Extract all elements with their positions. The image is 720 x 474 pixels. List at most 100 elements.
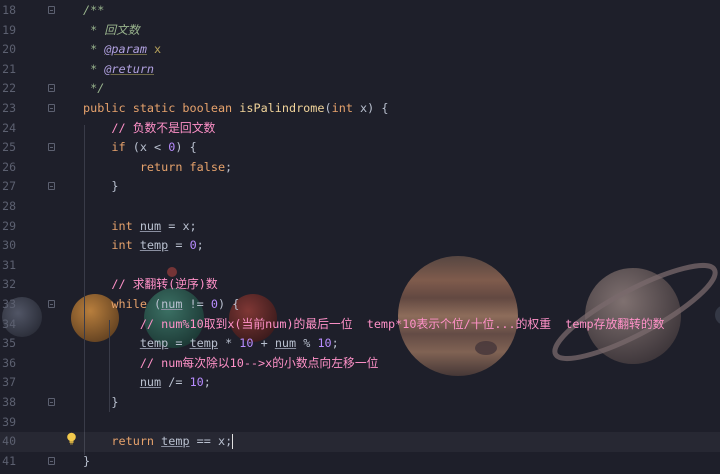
fold-marker-icon[interactable] (48, 6, 55, 14)
code-line[interactable]: 26 return false; (0, 158, 720, 178)
fold-marker-icon[interactable] (48, 84, 55, 93)
code-line[interactable]: 20 * @param x (0, 40, 720, 60)
code-token: int (83, 238, 140, 253)
fold-marker-icon[interactable] (48, 456, 55, 465)
line-number[interactable]: 32 (0, 275, 16, 295)
line-number[interactable]: 35 (0, 334, 16, 354)
code-line[interactable]: 30 int temp = 0; (0, 236, 720, 256)
line-number[interactable]: 25 (0, 138, 16, 158)
code-token: int (83, 218, 140, 233)
line-number[interactable]: 19 (0, 21, 16, 41)
line-number[interactable]: 27 (0, 177, 16, 197)
code-token: // 负数不是回文数 (83, 120, 216, 135)
code-token: } (83, 453, 91, 468)
code-text[interactable]: // 求翻转(逆序)数 (83, 275, 218, 295)
code-line[interactable]: 28 (0, 197, 720, 217)
line-number[interactable]: 37 (0, 373, 16, 393)
code-text[interactable]: return temp == x; (83, 432, 234, 452)
code-line[interactable]: 35 temp = temp * 10 + num % 10; (0, 334, 720, 354)
code-text[interactable]: int num = x; (83, 217, 196, 237)
code-line[interactable]: 27 } (0, 177, 720, 197)
code-token: != (182, 297, 211, 311)
line-number[interactable]: 21 (0, 60, 16, 80)
line-number[interactable]: 31 (0, 256, 16, 276)
code-line[interactable]: 37 num /= 10; (0, 373, 720, 393)
code-line[interactable]: 40 return temp == x; (0, 432, 720, 452)
line-number[interactable]: 33 (0, 295, 16, 315)
code-line[interactable]: 39 (0, 413, 720, 433)
line-number[interactable]: 28 (0, 197, 16, 217)
code-editor[interactable]: 18/** 19 * 回文数 20 * @param x 21 * @return 22… (0, 0, 720, 474)
code-token: ; (331, 336, 339, 351)
code-line[interactable]: 22 */ (0, 79, 720, 99)
text-caret (232, 434, 234, 450)
line-number[interactable]: 22 (0, 79, 16, 99)
code-text[interactable]: /** (83, 1, 104, 21)
code-line[interactable]: 34 // num%10取到x(当前num)的最后一位 temp*10表示个位/… (0, 315, 720, 335)
code-token: (x < (125, 140, 169, 155)
code-line[interactable]: 19 * 回文数 (0, 21, 720, 41)
fold-marker-icon[interactable] (48, 143, 55, 152)
code-token: + (253, 336, 275, 351)
code-token: ) { (175, 140, 197, 155)
code-text[interactable]: return false; (83, 158, 232, 178)
line-number[interactable]: 18 (0, 1, 16, 21)
code-line[interactable]: 25 if (x < 0) { (0, 138, 720, 158)
code-token: == x; (189, 434, 233, 449)
code-text[interactable]: num /= 10; (83, 373, 211, 393)
code-token: 10 (189, 375, 204, 390)
code-text[interactable]: // num%10取到x(当前num)的最后一位 temp*10表示个位/十位.… (83, 315, 665, 335)
line-number[interactable]: 30 (0, 236, 16, 256)
code-line[interactable]: 41} (0, 452, 720, 472)
code-line[interactable]: 29 int num = x; (0, 217, 720, 237)
code-text[interactable]: public static boolean isPalindrome(int x… (83, 99, 388, 119)
code-line[interactable]: 32 // 求翻转(逆序)数 (0, 275, 720, 295)
line-number[interactable]: 34 (0, 315, 16, 335)
code-token: 10 (317, 336, 332, 351)
line-number[interactable]: 38 (0, 393, 16, 413)
code-text[interactable]: } (83, 452, 90, 472)
code-token: } (83, 179, 119, 194)
code-text[interactable]: * 回文数 (83, 21, 140, 41)
code-text[interactable]: * @return (83, 60, 154, 80)
code-text[interactable]: // 负数不是回文数 (83, 119, 215, 139)
code-line[interactable]: 38 } (0, 393, 720, 413)
code-line[interactable]: 36 // num每次除以10-->x的小数点向左移一位 (0, 354, 720, 374)
code-text[interactable]: int temp = 0; (83, 236, 203, 256)
code-text[interactable]: } (83, 393, 118, 413)
fold-marker-icon[interactable] (48, 182, 55, 191)
code-text[interactable]: while (num != 0) { (83, 295, 239, 315)
line-number[interactable]: 40 (0, 432, 16, 452)
code-token: ; (225, 159, 233, 174)
line-number[interactable]: 41 (0, 452, 16, 472)
code-line[interactable]: 18 /** (0, 1, 720, 21)
code-line[interactable]: 21 * @return (0, 60, 720, 80)
code-line[interactable]: 33 while (num != 0) { (0, 295, 720, 315)
fold-marker-icon[interactable] (48, 300, 55, 308)
code-token: % (296, 336, 318, 351)
line-number[interactable]: 36 (0, 354, 16, 374)
line-number[interactable]: 23 (0, 99, 16, 119)
code-line[interactable]: 23 public static boolean isPalindrome(int… (0, 99, 720, 119)
code-text[interactable]: temp = temp * 10 + num % 10; (83, 334, 339, 354)
code-token: // 求翻转(逆序)数 (83, 277, 218, 292)
line-number[interactable]: 39 (0, 413, 16, 433)
code-text[interactable]: */ (83, 79, 104, 99)
code-text[interactable]: } (83, 177, 119, 197)
code-token: ( (146, 297, 162, 311)
code-token: temp (161, 434, 190, 449)
code-token: return (83, 434, 162, 449)
code-line[interactable]: 24 // 负数不是回文数 (0, 119, 720, 139)
line-number[interactable]: 20 (0, 40, 16, 60)
code-token: x (154, 42, 162, 57)
code-line[interactable]: 31 (0, 256, 720, 276)
fold-marker-icon[interactable] (48, 104, 55, 112)
code-text[interactable]: if (x < 0) { (83, 138, 197, 158)
fold-marker-icon[interactable] (48, 398, 55, 406)
line-number[interactable]: 26 (0, 158, 16, 178)
code-text[interactable]: * @param x (83, 40, 161, 60)
line-number[interactable]: 24 (0, 119, 16, 139)
code-text[interactable]: // num每次除以10-->x的小数点向左移一位 (83, 354, 379, 374)
line-number[interactable]: 29 (0, 217, 16, 237)
